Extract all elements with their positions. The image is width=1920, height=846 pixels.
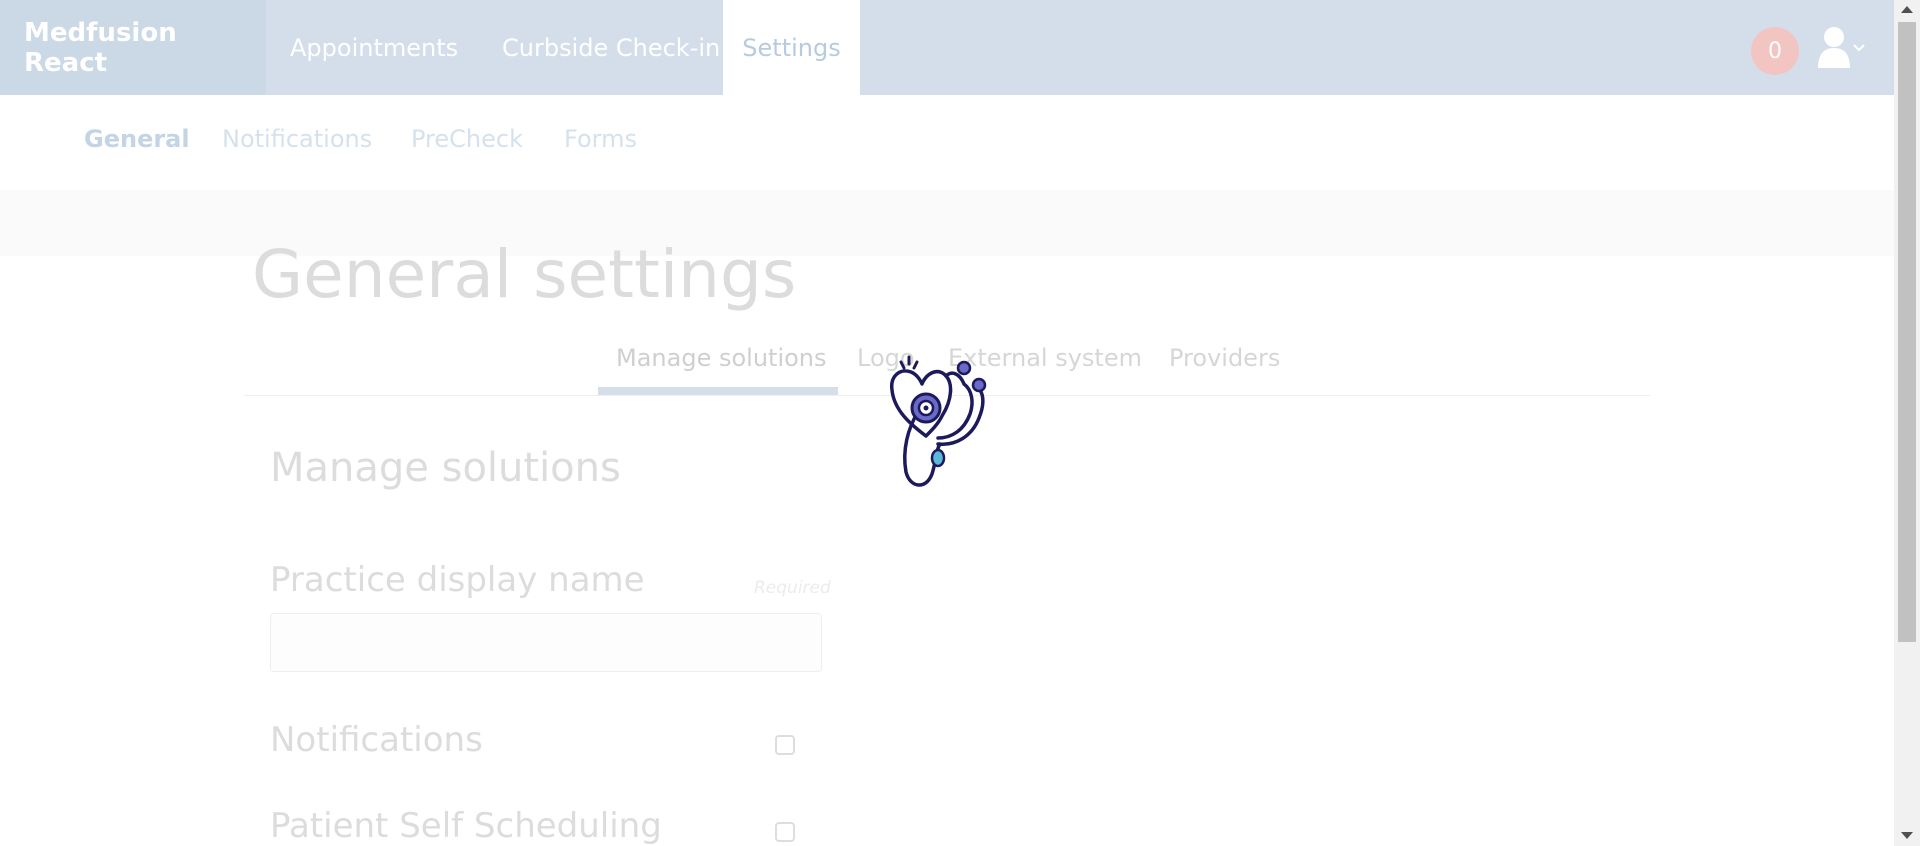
section-title: Manage solutions: [270, 445, 621, 491]
notification-badge[interactable]: 0: [1751, 27, 1799, 75]
practice-display-name-label: Practice display name: [270, 560, 645, 600]
settings-subnav: General Notifications PreCheck Forms: [0, 95, 1894, 190]
subnav-notifications[interactable]: Notifications: [222, 125, 372, 153]
vertical-scrollbar[interactable]: [1894, 0, 1920, 846]
loading-spinner: [880, 354, 1010, 494]
subnav-precheck[interactable]: PreCheck: [411, 125, 523, 153]
tab-manage-solutions[interactable]: Manage solutions: [616, 344, 827, 372]
subnav-forms[interactable]: Forms: [564, 125, 637, 153]
user-icon: [1818, 27, 1850, 68]
top-navbar: Medfusion React Appointments Curbside Ch…: [0, 0, 1894, 95]
nav-appointments[interactable]: Appointments: [266, 0, 482, 95]
notifications-checkbox[interactable]: [775, 735, 795, 755]
scroll-up-arrow-icon[interactable]: [1901, 6, 1913, 13]
scroll-down-arrow-icon[interactable]: [1901, 832, 1913, 839]
practice-display-name-input[interactable]: [270, 613, 822, 672]
subnav-general[interactable]: General: [84, 125, 190, 153]
patient-self-scheduling-checkbox[interactable]: [775, 822, 795, 842]
patient-self-scheduling-label: Patient Self Scheduling: [270, 806, 662, 846]
user-menu-button[interactable]: [1816, 26, 1868, 70]
brand-logo[interactable]: Medfusion React: [0, 0, 266, 95]
required-note: Required: [754, 578, 831, 598]
nav-settings[interactable]: Settings: [723, 0, 860, 95]
chevron-down-icon: [1853, 44, 1865, 52]
tab-providers[interactable]: Providers: [1169, 344, 1280, 372]
scrollbar-thumb[interactable]: [1898, 22, 1916, 642]
notifications-label: Notifications: [270, 720, 483, 760]
nav-curbside-checkin[interactable]: Curbside Check-in: [478, 0, 744, 95]
stethoscope-heart-icon: [890, 355, 987, 487]
page-title: General settings: [252, 236, 797, 313]
app-window: Medfusion React Appointments Curbside Ch…: [0, 0, 1894, 846]
